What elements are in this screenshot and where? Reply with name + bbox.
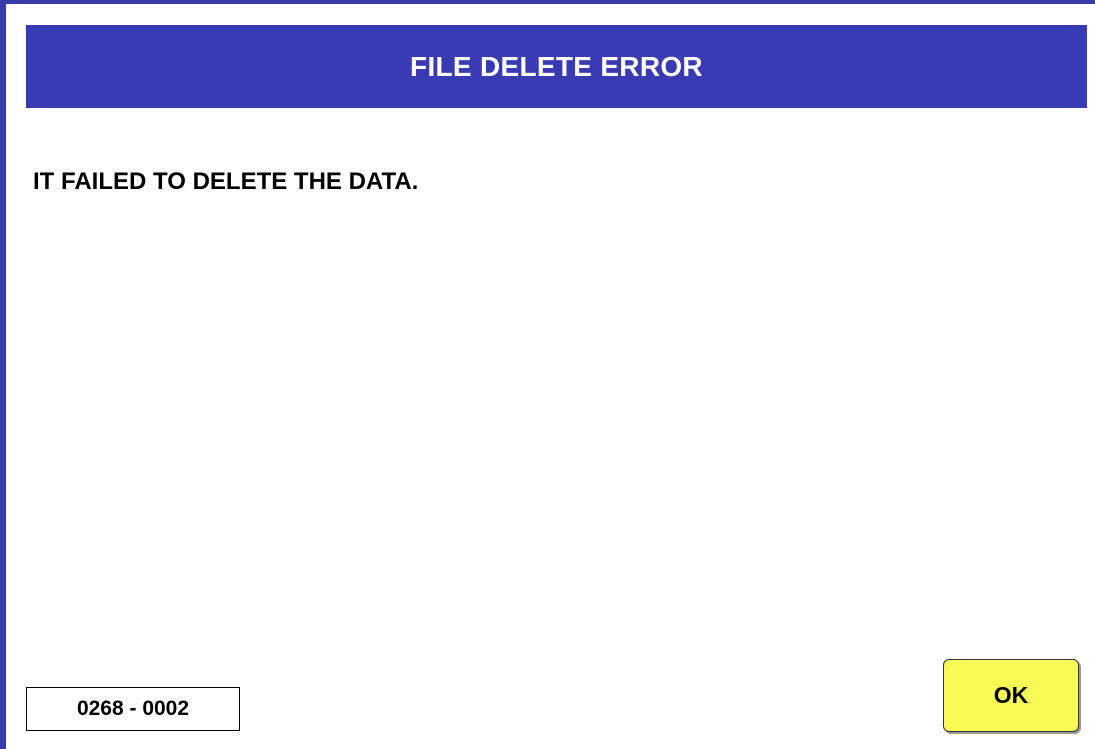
error-code-box: 0268 - 0002 (26, 687, 240, 731)
ok-button[interactable]: OK (943, 659, 1079, 732)
dialog-title-bar: FILE DELETE ERROR (26, 25, 1087, 108)
ok-button-label: OK (993, 682, 1029, 708)
dialog-left-border (0, 0, 6, 749)
error-message: IT FAILED TO DELETE THE DATA. (33, 168, 419, 195)
dialog-top-border (0, 0, 1095, 4)
dialog-title: FILE DELETE ERROR (410, 50, 703, 82)
error-code: 0268 - 0002 (76, 697, 190, 720)
error-dialog: FILE DELETE ERROR IT FAILED TO DELETE TH… (0, 0, 1095, 749)
